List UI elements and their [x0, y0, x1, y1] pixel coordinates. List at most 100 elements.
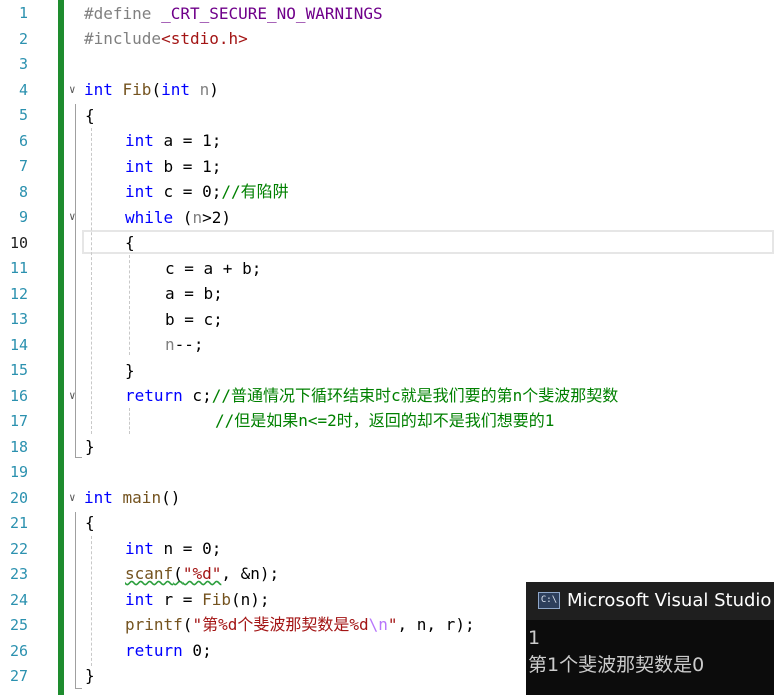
line-number[interactable]: 22 [0, 537, 28, 563]
preprocessor-directive: #define [84, 4, 152, 23]
code-line-6[interactable]: int a = 1; [125, 128, 221, 154]
line-number[interactable]: 14 [0, 333, 28, 359]
string-literal: " [387, 615, 398, 634]
code-text: 0; [182, 641, 212, 660]
code-line-11[interactable]: c = a + b; [165, 256, 261, 282]
line-number[interactable]: 11 [0, 256, 28, 282]
code-line-5[interactable]: { [85, 103, 95, 129]
macro-name: _CRT_SECURE_NO_WARNINGS [151, 4, 383, 23]
code-text: >2) [202, 208, 231, 227]
line-number[interactable]: 20 [0, 486, 28, 512]
code-line-22[interactable]: int n = 0; [125, 536, 221, 562]
code-line-18[interactable]: } [85, 434, 95, 460]
string-literal: "%d" [182, 564, 222, 583]
code-line-7[interactable]: int b = 1; [125, 154, 221, 180]
indent-guide [91, 128, 92, 434]
line-number[interactable]: 24 [0, 588, 28, 614]
line-number[interactable]: 21 [0, 511, 28, 537]
warning-squiggle[interactable]: scanf("%d" [125, 564, 221, 583]
code-line-25[interactable]: printf("第%d个斐波那契数是%d\n", n, r); [125, 612, 475, 638]
line-number[interactable]: 3 [0, 52, 28, 78]
code-line-14[interactable]: n--; [165, 332, 204, 358]
line-number[interactable]: 9 [0, 205, 28, 231]
line-number[interactable]: 26 [0, 639, 28, 665]
line-number[interactable]: 8 [0, 180, 28, 206]
line-number[interactable]: 1 [0, 1, 28, 27]
code-line-12[interactable]: a = b; [165, 281, 223, 307]
code-line-13[interactable]: b = c; [165, 307, 223, 333]
code-line-16[interactable]: return c;//普通情况下循环结束时c就是我们要的第n个斐波那契数 [125, 383, 618, 409]
brace: } [125, 361, 135, 380]
line-number[interactable]: 6 [0, 129, 28, 155]
line-number[interactable]: 10 [0, 231, 28, 257]
code-text: b = c; [165, 310, 223, 329]
code-line-26[interactable]: return 0; [125, 638, 212, 664]
console-window[interactable]: C:\ Microsoft Visual Studio i 1 第1个斐波那契数… [526, 582, 774, 695]
console-app-icon: C:\ [538, 592, 560, 609]
code-line-23[interactable]: scanf("%d", &n); [125, 561, 279, 587]
code-line-20[interactable]: int main() [84, 485, 180, 511]
parameter: n [192, 208, 203, 227]
line-number[interactable]: 16 [0, 384, 28, 410]
line-number[interactable]: 19 [0, 460, 28, 486]
indent-guide [129, 255, 130, 355]
code-text: a = 1; [153, 131, 222, 150]
code-text: b = 1; [153, 157, 222, 176]
code-line-27[interactable]: } [85, 663, 95, 689]
string-literal: "第%d个斐波那契数是%d [192, 615, 369, 634]
code-line-10[interactable]: { [125, 230, 135, 256]
line-number[interactable]: 2 [0, 27, 28, 53]
fold-region-bracket [75, 104, 82, 458]
comment: //普通情况下循环结束时c就是我们要的第n个斐波那契数 [211, 386, 619, 405]
line-number[interactable]: 27 [0, 664, 28, 690]
line-number[interactable]: 4 [0, 78, 28, 104]
line-number[interactable]: 5 [0, 103, 28, 129]
code-line-17[interactable]: //但是如果n<=2时，返回的却不是我们想要的1 [215, 408, 554, 434]
code-line-15[interactable]: } [125, 358, 135, 384]
code-text: () [161, 488, 181, 507]
punctuation: ) [209, 80, 219, 99]
brace: } [85, 666, 95, 685]
line-number[interactable]: 18 [0, 435, 28, 461]
brace: } [85, 437, 95, 456]
code-line-2[interactable]: #include<stdio.h> [84, 26, 248, 52]
keyword: while [125, 208, 174, 227]
code-text: (n); [230, 590, 270, 609]
keyword: return [125, 641, 183, 660]
line-number[interactable]: 15 [0, 358, 28, 384]
fold-region-bracket [75, 512, 82, 689]
parameter: n [165, 335, 175, 354]
console-title-bar[interactable]: C:\ Microsoft Visual Studio i [526, 582, 774, 620]
comment: //有陷阱 [221, 182, 289, 201]
fold-collapse-icon[interactable]: ∨ [69, 83, 76, 96]
fold-collapse-icon[interactable]: ∨ [69, 491, 76, 504]
keyword: int [125, 157, 154, 176]
change-indicator-bar [58, 0, 64, 695]
comment: //但是如果n<=2时，返回的却不是我们想要的1 [215, 411, 555, 430]
line-number[interactable]: 12 [0, 282, 28, 308]
line-number[interactable]: 23 [0, 562, 28, 588]
keyword: int [125, 590, 154, 609]
punctuation: ( [173, 564, 183, 583]
code-text: c = a + b; [165, 259, 262, 278]
code-text: , &n); [221, 564, 280, 583]
line-number-gutter: 1 2 3 4 5 6 7 8 9 10 11 12 13 14 15 16 17 18 19 20 21 22 23 24 2… [0, 0, 58, 695]
code-line-21[interactable]: { [85, 510, 95, 536]
line-number[interactable]: 13 [0, 307, 28, 333]
line-number[interactable]: 17 [0, 409, 28, 435]
indent-guide [129, 408, 130, 434]
code-line-24[interactable]: int r = Fib(n); [125, 587, 270, 613]
line-number[interactable]: 25 [0, 613, 28, 639]
console-output-line: 1 [528, 627, 541, 649]
console-output-line: 第1个斐波那契数是0 [528, 654, 705, 676]
keyword: int [125, 182, 154, 201]
code-line-1[interactable]: #define _CRT_SECURE_NO_WARNINGS [84, 1, 383, 27]
escape-sequence: \n [368, 615, 388, 634]
line-number[interactable]: 7 [0, 154, 28, 180]
code-line-9[interactable]: while (n>2) [125, 205, 231, 231]
indent-guide [91, 536, 92, 666]
code-line-8[interactable]: int c = 0;//有陷阱 [125, 179, 289, 205]
keyword: int [84, 80, 113, 99]
code-line-4[interactable]: int Fib(int n) [84, 77, 219, 103]
code-text: r = [153, 590, 203, 609]
